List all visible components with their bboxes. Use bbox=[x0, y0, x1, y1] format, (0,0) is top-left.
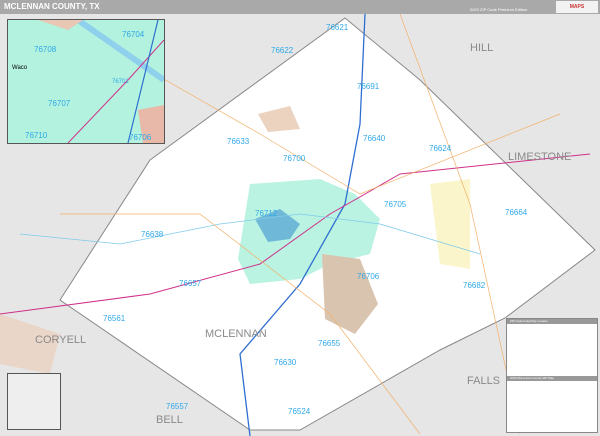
zip-label: 76622 bbox=[271, 46, 294, 55]
county-label-hill: HILL bbox=[470, 42, 494, 54]
header-bar: MCLENNAN COUNTY, TX 2023 ZIP Code Premiu… bbox=[0, 0, 600, 14]
map-title: MCLENNAN COUNTY, TX bbox=[4, 2, 100, 11]
county-label-limestone: LIMESTONE bbox=[508, 151, 572, 163]
zip-label: 76706 bbox=[357, 272, 380, 281]
waco-inset-map: 76704 76708 76701 76707 76710 76706 Waco bbox=[7, 19, 165, 144]
zip-label: 76640 bbox=[363, 134, 386, 143]
county-label-coryell: CORYELL bbox=[35, 334, 87, 346]
zip-label: 76691 bbox=[357, 82, 380, 91]
zip-label: 76655 bbox=[318, 339, 341, 348]
zip-label: 76710 bbox=[25, 131, 48, 140]
zip-label: 76706 bbox=[129, 133, 152, 142]
publisher-logo: MAPS bbox=[556, 1, 598, 13]
county-label-falls: FALLS bbox=[467, 375, 501, 387]
zip-label: 76701 bbox=[112, 79, 129, 85]
zip-index-table bbox=[507, 324, 597, 376]
locator-inset-map bbox=[7, 373, 61, 430]
zip-label: 76621 bbox=[326, 23, 349, 32]
zip-label: 76561 bbox=[103, 314, 126, 323]
zip-label: 76704 bbox=[122, 30, 145, 39]
zip-label: 76682 bbox=[463, 281, 486, 290]
edition-label: 2023 ZIP Code Premium Edition bbox=[470, 7, 528, 12]
zip-label: 76664 bbox=[505, 208, 528, 217]
county-label-bell: BELL bbox=[156, 414, 183, 426]
city-label-waco: Waco bbox=[12, 65, 28, 71]
legend-panel: ZIP Code Index/City Locator 2023 McLenna… bbox=[506, 318, 598, 433]
zip-label: 76557 bbox=[166, 402, 189, 411]
zip-label: 76633 bbox=[227, 137, 250, 146]
county-label-mclennan: MCLENNAN bbox=[205, 328, 267, 340]
zip-label: 76700 bbox=[283, 154, 306, 163]
zip-label: 76712 bbox=[255, 209, 278, 218]
zip-label: 76524 bbox=[288, 407, 311, 416]
zip-label: 76657 bbox=[179, 279, 202, 288]
zip-label: 76630 bbox=[274, 358, 297, 367]
zip-label: 76708 bbox=[34, 45, 57, 54]
legend-title: 2023 McLennan County ZIP Map bbox=[507, 376, 597, 381]
zip-label: 76638 bbox=[141, 230, 164, 239]
zip-label: 76624 bbox=[429, 144, 452, 153]
zip-label: 76705 bbox=[384, 200, 407, 209]
zip-label: 76707 bbox=[48, 99, 71, 108]
